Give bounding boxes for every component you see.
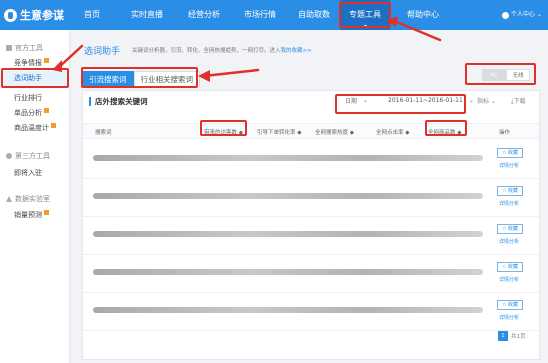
- redacted-keyword-row: [93, 269, 483, 275]
- sidebar-section-official: 官方工具: [6, 43, 43, 53]
- chevron-down-icon: ⌄: [363, 97, 369, 104]
- nav-item-live[interactable]: 实时直播: [127, 0, 167, 30]
- detail-analysis-link[interactable]: 详情分析: [499, 200, 519, 207]
- col-conversion[interactable]: 引导下单转化率 ◆: [257, 128, 301, 136]
- sidebar-item-item-analysis[interactable]: 单品分析: [14, 108, 49, 118]
- sidebar-item-thermometer[interactable]: 商品温度计: [14, 123, 56, 133]
- section-label: 数据实验室: [15, 195, 50, 203]
- sidebar-item-word-helper[interactable]: 选词助手: [0, 71, 70, 86]
- sidebar: 官方工具 竞争情报 选词助手 行业排行 单品分析 商品温度计 第三方工具 即将入…: [0, 30, 70, 363]
- detail-analysis-link[interactable]: 详情分析: [499, 276, 519, 283]
- favorite-button[interactable]: ☆ 收藏: [497, 224, 523, 234]
- nav-item-label: 专题工具: [349, 10, 381, 19]
- keywords-panel: 店外搜索关键词 日期 ⌄ 2016-01-11~2016-01-11 ⌄ 指标 …: [82, 90, 540, 360]
- detail-analysis-link[interactable]: 详情分析: [499, 238, 519, 245]
- platform-wireless-button[interactable]: 无线: [506, 69, 530, 81]
- sidebar-item-label: 销量预测: [14, 211, 42, 219]
- page-number-button[interactable]: 1: [498, 331, 508, 341]
- col-search-heat[interactable]: 全网搜索热度 ◆: [315, 128, 354, 136]
- tab-traffic-keywords[interactable]: 引流搜索词: [82, 71, 134, 87]
- platform-toggle: PC 无线: [482, 69, 530, 81]
- date-label: 日期: [345, 98, 358, 105]
- user-label: 个人中心: [510, 11, 535, 18]
- user-menu[interactable]: 个人中心 ⌄: [501, 0, 542, 30]
- platform-pc-button[interactable]: PC: [482, 69, 506, 81]
- nav-item-market[interactable]: 市场行情: [240, 0, 280, 30]
- flask-icon: [6, 196, 12, 202]
- sidebar-item-label: 竞争情报: [14, 59, 42, 67]
- description-text: 关键词分析器，引流、转化、全网热搜趋势，一网打尽。进入: [132, 48, 281, 54]
- redacted-keyword-row: [93, 193, 483, 199]
- panel-title: 店外搜索关键词: [89, 97, 148, 106]
- new-badge-icon: [44, 210, 49, 215]
- sidebar-item-label: 单品分析: [14, 109, 42, 117]
- section-label: 第三方工具: [15, 152, 50, 160]
- logo-text: 生意参谋: [20, 9, 64, 22]
- col-visitors[interactable]: 带来的访客数 ◆: [204, 128, 243, 136]
- new-badge-icon: [44, 58, 49, 63]
- redacted-keyword-row: [93, 231, 483, 237]
- active-indicator-icon: [364, 25, 367, 28]
- sidebar-item-competition[interactable]: 竞争情报: [14, 58, 49, 68]
- sidebar-item-coming-soon[interactable]: 即将入驻: [14, 168, 42, 178]
- metric-label: 指标: [477, 98, 490, 105]
- tab-industry-keywords[interactable]: 行业相关搜索词: [133, 71, 200, 87]
- chevron-down-icon: ⌄: [468, 97, 474, 104]
- table-row: ☆ 收藏 详情分析: [83, 293, 539, 331]
- sidebar-section-lab: 数据实验室: [6, 194, 50, 204]
- redacted-keyword-row: [93, 155, 483, 161]
- section-label: 官方工具: [15, 44, 43, 52]
- logo[interactable]: 生意参谋: [4, 7, 64, 23]
- col-actions: 操作: [499, 130, 511, 136]
- date-range-value: 2016-01-11~2016-01-11: [388, 97, 463, 104]
- settings-icon: [6, 153, 12, 159]
- nav-item-self-query[interactable]: 自助取数: [294, 0, 334, 30]
- favorite-button[interactable]: ☆ 收藏: [497, 262, 523, 272]
- nav-item-business-analysis[interactable]: 经营分析: [184, 0, 224, 30]
- date-picker[interactable]: 日期 ⌄ 2016-01-11~2016-01-11 ⌄: [345, 96, 474, 105]
- grid-icon: [6, 45, 12, 51]
- download-button[interactable]: ⤓下载: [511, 96, 526, 106]
- col-click-rate[interactable]: 全网点击率 ◆: [376, 128, 409, 136]
- new-badge-icon: [44, 108, 49, 113]
- table-row: ☆ 收藏 详情分析: [83, 255, 539, 293]
- chevron-down-icon: ⌄: [536, 11, 542, 18]
- detail-analysis-link[interactable]: 详情分析: [499, 162, 519, 169]
- col-keyword: 搜索词: [95, 130, 112, 136]
- sidebar-section-third-party: 第三方工具: [6, 151, 50, 161]
- table-row: ☆ 收藏 详情分析: [83, 179, 539, 217]
- user-icon: [501, 11, 509, 19]
- arrow-to-tabs: [202, 68, 260, 78]
- table-header: 搜索词 带来的访客数 ◆ 引导下单转化率 ◆ 全网搜索热度 ◆ 全网点击率 ◆ …: [83, 123, 539, 139]
- page-total-text: 共1页: [511, 334, 526, 340]
- my-favorites-link[interactable]: 我的收藏>>: [281, 48, 312, 54]
- nav-item-home[interactable]: 首页: [80, 0, 104, 30]
- nav-item-help[interactable]: 帮助中心: [403, 0, 443, 30]
- favorite-button[interactable]: ☆ 收藏: [497, 186, 523, 196]
- page-description: 关键词分析器，引流、转化、全网热搜趋势，一网打尽。进入我的收藏>>: [132, 46, 312, 54]
- detail-analysis-link[interactable]: 详情分析: [499, 314, 519, 321]
- redacted-keyword-row: [93, 307, 483, 313]
- logo-icon: [4, 8, 17, 22]
- favorite-button[interactable]: ☆ 收藏: [497, 148, 523, 158]
- sidebar-item-label: 商品温度计: [14, 124, 49, 132]
- metric-selector[interactable]: 指标 ⌄: [477, 96, 496, 105]
- col-item-count[interactable]: 全网商品数 ◆: [428, 128, 461, 136]
- top-nav-bar: 生意参谋 首页 实时直播 经营分析 市场行情 自助取数 专题工具 帮助中心 个人…: [0, 0, 548, 30]
- sidebar-item-industry-rank[interactable]: 行业排行: [14, 93, 42, 103]
- favorite-button[interactable]: ☆ 收藏: [497, 300, 523, 310]
- tab-bar: 引流搜索词 行业相关搜索词: [82, 71, 200, 87]
- page-title: 选词助手: [84, 47, 121, 57]
- pagination: 1 共1页: [498, 331, 526, 341]
- download-label: 下载: [513, 98, 526, 105]
- table-row: ☆ 收藏 详情分析: [83, 141, 539, 179]
- sidebar-item-sales-forecast[interactable]: 销量预测: [14, 210, 49, 220]
- new-badge-icon: [51, 123, 56, 128]
- nav-item-special-tools[interactable]: 专题工具: [340, 0, 390, 30]
- table-row: ☆ 收藏 详情分析: [83, 217, 539, 255]
